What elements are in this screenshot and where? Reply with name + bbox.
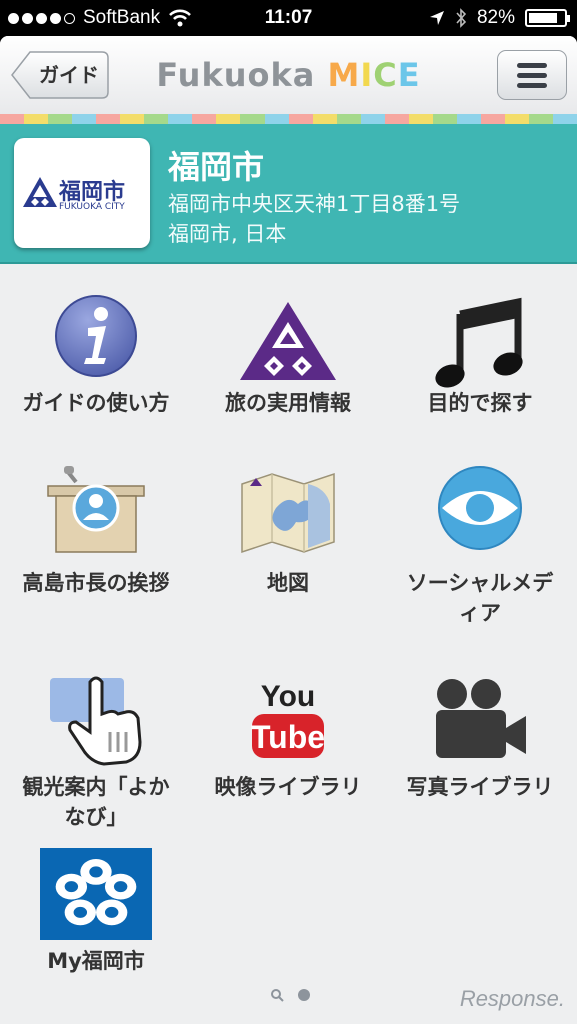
tile-label: ガイドの使い方: [22, 391, 170, 415]
tile-label: 高島市長の挨拶: [22, 571, 170, 595]
app-title-letter: I: [360, 56, 374, 94]
tile-label: 映像ライブラリ: [214, 775, 362, 799]
stripe-segment: [168, 114, 193, 124]
app-screen: ガイド Fukuoka MICE 福岡市 FUKUOKA CITY 福岡市 福岡…: [0, 36, 577, 1024]
tile-label-line1: 観光案内「よか: [22, 775, 170, 799]
fukuoka-emblem-icon: [23, 177, 57, 207]
stripe-segment: [216, 114, 241, 124]
tile-label: 地図: [267, 571, 309, 595]
stripe-segment: [240, 114, 265, 124]
tile-label-line2: なび」: [64, 805, 128, 829]
tile-my-fukuoka[interactable]: My福岡市: [0, 848, 192, 978]
tile-video-library[interactable]: You Tube 映像ライブラリ: [192, 672, 384, 832]
color-stripe: [0, 114, 577, 124]
city-address: 福岡市中央区天神1丁目8番1号: [168, 192, 461, 216]
search-icon[interactable]: [270, 988, 284, 1002]
city-logo-english: FUKUOKA CITY: [59, 202, 125, 212]
stripe-segment: [72, 114, 97, 124]
city-location: 福岡市, 日本: [168, 222, 287, 246]
tile-label: ソーシャルメデ ィア: [384, 568, 576, 628]
stripe-segment: [264, 114, 289, 124]
tile-label: 観光案内「よか なび」: [0, 772, 192, 832]
tile-mayor-greeting[interactable]: 高島市長の挨拶: [0, 464, 192, 624]
tile-label: 旅の実用情報: [225, 391, 351, 415]
battery-icon: [525, 9, 570, 27]
stripe-segment: [553, 114, 577, 124]
status-bar: SoftBank 11:07 82%: [0, 0, 577, 36]
map-icon: [241, 472, 335, 554]
stripe-segment: [504, 114, 530, 124]
stripe-segment: [432, 114, 457, 124]
tile-travel-info[interactable]: 旅の実用情報: [192, 294, 384, 424]
bluetooth-icon: [456, 8, 467, 28]
location-arrow-icon: [429, 11, 444, 25]
video-camera-icon: [436, 679, 526, 758]
tile-label-line2: ィア: [459, 601, 501, 625]
stripe-segment: [456, 114, 481, 124]
stripe-segment: [192, 114, 217, 124]
stripe-segment: [480, 114, 505, 124]
fukuoka-emblem-icon: [240, 302, 336, 380]
stripe-segment: [384, 114, 409, 124]
city-header: 福岡市 FUKUOKA CITY 福岡市 福岡市中央区天神1丁目8番1号 福岡市…: [0, 124, 577, 264]
stripe-segment: [144, 114, 169, 124]
podium-icon: [47, 466, 145, 553]
stripe-segment: [0, 114, 25, 124]
app-title: Fukuoka MICE: [0, 56, 577, 94]
stripe-segment: [24, 114, 49, 124]
youtube-tube: Tube: [251, 719, 325, 755]
eye-icon: [438, 466, 522, 550]
tile-map[interactable]: 地図: [192, 464, 384, 624]
tile-label: My福岡市: [47, 949, 145, 973]
youtube-icon: You Tube: [251, 680, 325, 758]
city-name: 福岡市: [168, 148, 265, 186]
app-title-accent: MICE: [328, 56, 421, 94]
tile-tourist-guide[interactable]: 観光案内「よか なび」: [0, 672, 192, 832]
stripe-segment: [360, 114, 385, 124]
stripe-segment: [529, 114, 554, 124]
battery-percent: 82%: [476, 7, 515, 28]
youtube-you: You: [261, 680, 315, 713]
touch-hand-icon: [50, 676, 142, 766]
info-icon: [55, 295, 137, 377]
tile-label-line1: ソーシャルメデ: [406, 571, 554, 595]
page-indicator[interactable]: [270, 988, 310, 1002]
page-dot-active[interactable]: [298, 989, 310, 1001]
app-title-letter: C: [373, 56, 398, 94]
tile-label: 写真ライブラリ: [406, 775, 554, 799]
city-logo: 福岡市 FUKUOKA CITY: [14, 138, 150, 248]
stripe-segment: [408, 114, 433, 124]
app-title-main: Fukuoka: [156, 56, 316, 94]
stripe-segment: [312, 114, 337, 124]
tile-label: 目的で探す: [427, 391, 533, 415]
music-note-icon: [435, 297, 523, 388]
nav-bar: ガイド Fukuoka MICE: [0, 36, 577, 114]
app-title-letter: M: [327, 56, 361, 94]
stripe-segment: [336, 114, 361, 124]
tile-guide-usage[interactable]: ガイドの使い方: [0, 294, 192, 424]
stripe-segment: [96, 114, 121, 124]
menu-button[interactable]: [497, 50, 567, 100]
stripe-segment: [48, 114, 73, 124]
tile-social-media[interactable]: ソーシャルメデ ィア: [384, 464, 576, 625]
menu-icon: [517, 62, 547, 68]
tile-photo-library[interactable]: 写真ライブラリ: [384, 672, 576, 832]
tile-search-purpose[interactable]: 目的で探す: [384, 294, 576, 424]
status-right: 82%: [429, 7, 570, 29]
battery-level: [529, 13, 557, 23]
fukuoka-prefecture-flower-icon: [40, 848, 152, 940]
stripe-segment: [288, 114, 313, 124]
watermark: Response.: [459, 986, 565, 1011]
app-title-letter: E: [397, 56, 421, 94]
stripe-segment: [120, 114, 145, 124]
